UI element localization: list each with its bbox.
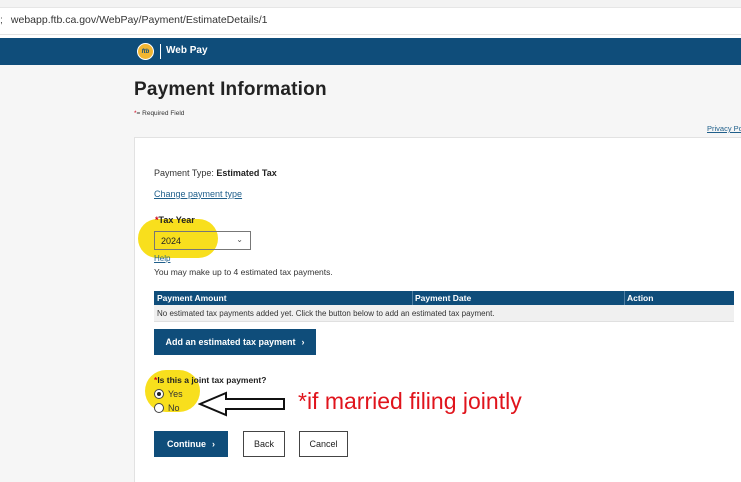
radio-yes-label: Yes (168, 389, 183, 399)
cancel-button[interactable]: Cancel (299, 431, 348, 457)
browser-address-bar: ; webapp.ftb.ca.gov/WebPay/Payment/Estima… (0, 0, 741, 35)
continue-label: Continue (167, 439, 206, 449)
browser-top-strip (0, 0, 741, 8)
left-gutter (0, 65, 120, 482)
joint-payment-question: *Is this a joint tax payment? (154, 375, 266, 385)
payment-type: Payment Type: Estimated Tax (154, 168, 277, 178)
url-lead: ; (0, 14, 3, 26)
ftb-logo-icon[interactable]: ftb (137, 43, 154, 60)
joint-question-text: Is this a joint tax payment? (157, 375, 267, 385)
payment-limit-note: You may make up to 4 estimated tax payme… (154, 267, 333, 277)
logo-text: ftb (141, 48, 150, 55)
joint-yes-option[interactable]: Yes (154, 389, 183, 399)
url-field[interactable]: ; webapp.ftb.ca.gov/WebPay/Payment/Estima… (0, 14, 268, 26)
tax-year-select[interactable]: 2024 ⌄ (154, 231, 251, 250)
tax-year-selected: 2024 (161, 236, 182, 246)
radio-no-label: No (168, 403, 180, 413)
tax-year-label-text: Tax Year (158, 215, 195, 225)
radio-yes[interactable] (154, 389, 164, 399)
chevron-down-icon: ⌄ (236, 235, 243, 244)
help-link[interactable]: Help (154, 254, 170, 263)
joint-no-option[interactable]: No (154, 403, 180, 413)
add-payment-label: Add an estimated tax payment (165, 337, 296, 347)
back-button[interactable]: Back (243, 431, 285, 457)
required-field-note: *= Required Field (134, 110, 184, 117)
table-header: Payment Amount Payment Date Action (154, 291, 734, 305)
page-title: Payment Information (134, 79, 327, 100)
change-payment-type-link[interactable]: Change payment type (154, 189, 242, 199)
column-action: Action (627, 293, 654, 303)
column-divider (624, 291, 625, 305)
url-text: webapp.ftb.ca.gov/WebPay/Payment/Estimat… (10, 14, 268, 26)
add-payment-button[interactable]: Add an estimated tax payment › (154, 329, 316, 355)
radio-no[interactable] (154, 403, 164, 413)
table-empty-row: No estimated tax payments added yet. Cli… (154, 305, 734, 322)
annotation-arrow-icon (198, 391, 285, 417)
payment-type-label: Payment Type: (154, 168, 214, 178)
privacy-policy-link[interactable]: Privacy Po (707, 124, 741, 133)
chevron-right-icon: › (301, 337, 305, 347)
column-divider (412, 291, 413, 305)
app-brand: Web Pay (166, 45, 208, 56)
tax-year-label: *Tax Year (155, 215, 195, 225)
column-payment-date: Payment Date (415, 293, 472, 303)
required-note-text: = Required Field (136, 110, 185, 117)
annotation-text: *if married filing jointly (298, 388, 522, 414)
chevron-right-icon: › (212, 439, 215, 449)
continue-button[interactable]: Continue › (154, 431, 228, 457)
payments-table: Payment Amount Payment Date Action No es… (154, 291, 734, 322)
payment-type-value: Estimated Tax (216, 168, 277, 178)
site-header: ftb Web Pay (0, 38, 741, 65)
column-payment-amount: Payment Amount (157, 293, 227, 303)
header-divider (160, 44, 161, 59)
